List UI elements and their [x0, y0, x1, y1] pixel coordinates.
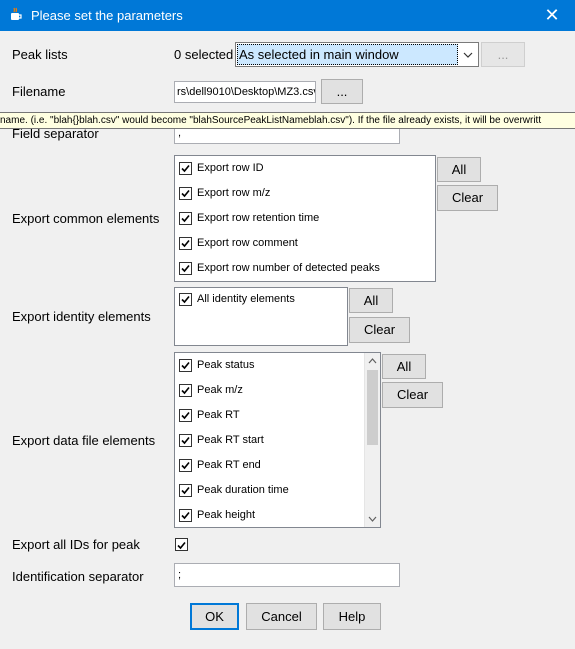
checkmark-icon [181, 295, 190, 304]
help-button[interactable]: Help [323, 603, 381, 630]
filename-label: Filename [12, 84, 66, 99]
identity-elements-label: Export identity elements [12, 309, 151, 324]
checkbox-label: Export row number of detected peaks [197, 262, 380, 274]
data-file-elements-all-button[interactable]: All [382, 354, 426, 379]
common-elements-label: Export common elements [12, 211, 160, 226]
peak-lists-selected-count: 0 selected [174, 47, 234, 62]
export-all-ids-checkbox[interactable] [175, 538, 188, 551]
checkbox-label: Export row retention time [197, 212, 320, 224]
checkbox-box [179, 459, 192, 472]
checkbox-box [179, 187, 192, 200]
checkbox-box [179, 293, 192, 306]
checkmark-icon [181, 386, 190, 395]
checkbox-label: Peak height [197, 509, 256, 521]
checkbox-label: Peak RT end [197, 459, 261, 471]
common-elements-clear-button[interactable]: Clear [437, 185, 498, 211]
data-file-scrollbar[interactable] [364, 353, 380, 527]
title-bar: Please set the parameters ✕ [0, 0, 575, 31]
peak-lists-dropdown-value: As selected in main window [239, 47, 399, 62]
checkbox-label: Export row m/z [197, 187, 271, 199]
checkbox-label: Export row ID [197, 162, 264, 174]
scroll-up-icon[interactable] [368, 358, 377, 364]
cancel-button[interactable]: Cancel [246, 603, 317, 630]
data-file-elements-label: Export data file elements [12, 433, 156, 448]
identification-separator-label: Identification separator [12, 569, 144, 584]
checkbox-label: Peak duration time [197, 484, 289, 496]
scroll-thumb[interactable] [367, 370, 378, 445]
data-file-elements-list: Peak status Peak m/z Peak RT Peak RT sta… [174, 352, 381, 528]
checkbox-box [179, 212, 192, 225]
checkmark-icon [181, 461, 190, 470]
checkbox-box [179, 162, 192, 175]
checkbox-box [179, 409, 192, 422]
checkbox-label: Peak RT [197, 409, 240, 421]
checkmark-icon [181, 264, 190, 273]
checkbox-label: All identity elements [197, 293, 295, 305]
peak-lists-dropdown[interactable]: As selected in main window [235, 42, 479, 67]
checkbox-label: Peak RT start [197, 434, 264, 446]
identity-elements-list: All identity elements [174, 287, 348, 346]
checkbox-box [179, 434, 192, 447]
checkbox-label: Export row comment [197, 237, 298, 249]
peak-lists-more-button[interactable]: ... [481, 42, 525, 67]
close-icon[interactable]: ✕ [529, 0, 575, 31]
chevron-down-icon [463, 52, 473, 58]
checkbox-label: Peak status [197, 359, 255, 371]
checkbox-label: Peak m/z [197, 384, 243, 396]
checkmark-icon [181, 486, 190, 495]
checkmark-icon [181, 239, 190, 248]
checkmark-icon [181, 436, 190, 445]
checkmark-icon [181, 511, 190, 520]
filename-field[interactable]: rs\dell9010\Desktop\MZ3.csv [174, 81, 316, 103]
checkbox-box [179, 384, 192, 397]
common-elements-all-button[interactable]: All [437, 157, 481, 182]
checkbox-box [179, 237, 192, 250]
data-file-elements-clear-button[interactable]: Clear [382, 382, 443, 408]
filename-tooltip: name. (i.e. "blah{}blah.csv" would becom… [0, 112, 575, 129]
checkmark-icon [181, 361, 190, 370]
identity-elements-all-button[interactable]: All [349, 288, 393, 313]
checkmark-icon [177, 541, 186, 550]
ok-button[interactable]: OK [190, 603, 239, 630]
peak-lists-label: Peak lists [12, 47, 68, 62]
common-elements-list: Export row ID Export row m/z Export row … [174, 155, 436, 282]
checkbox-box [179, 484, 192, 497]
checkbox-box [179, 359, 192, 372]
identification-separator-input[interactable]: ; [174, 563, 400, 587]
scroll-down-icon[interactable] [368, 516, 377, 522]
java-cup-icon [11, 7, 22, 20]
checkmark-icon [181, 411, 190, 420]
checkmark-icon [181, 189, 190, 198]
window-title: Please set the parameters [31, 8, 183, 23]
browse-button[interactable]: ... [321, 79, 363, 104]
identity-elements-clear-button[interactable]: Clear [349, 317, 410, 343]
checkbox-box [179, 509, 192, 522]
export-all-ids-label: Export all IDs for peak [12, 537, 140, 552]
checkbox-box [179, 262, 192, 275]
checkmark-icon [181, 214, 190, 223]
checkmark-icon [181, 164, 190, 173]
